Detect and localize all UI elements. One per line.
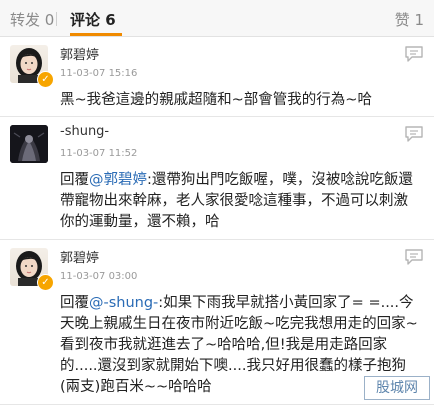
comment-text: 黑~我爸這邊的親戚超隨和~部會管我的行為~哈 xyxy=(60,90,420,111)
tab-like[interactable]: 赞 1 xyxy=(395,9,424,30)
site-watermark: 股城网 xyxy=(364,376,430,400)
avatar[interactable] xyxy=(10,125,48,163)
comment-username[interactable]: -shung- xyxy=(60,124,109,139)
comment-tab-bar: 转发 0 评论 6 赞 1 xyxy=(0,0,434,37)
mention-link[interactable]: @郭碧婷 xyxy=(89,172,147,188)
comment-time: 11-03-07 11:52 xyxy=(60,148,138,159)
reply-icon[interactable] xyxy=(404,125,424,143)
verified-icon: ✓ xyxy=(37,274,54,291)
verified-icon: ✓ xyxy=(37,71,54,88)
tab-repost[interactable]: 转发 0 xyxy=(10,9,54,30)
reply-icon[interactable] xyxy=(404,45,424,63)
comment-username[interactable]: 郭碧婷 xyxy=(60,44,99,63)
comment-time: 11-03-07 03:00 xyxy=(60,271,138,282)
mention-link[interactable]: @-shung- xyxy=(89,295,158,311)
comment-text: 回覆@郭碧婷:還帶狗出門吃飯喔，噗，沒被唸說吃飯還帶寵物出來幹麻，老人家很愛唸這… xyxy=(60,170,420,233)
active-tab-indicator xyxy=(70,33,122,36)
comment-item: ✓ 郭碧婷 11-03-07 15:16 黑~我爸這邊的親戚超隨和~部會管我的行… xyxy=(0,37,434,117)
comment-time: 11-03-07 15:16 xyxy=(60,68,138,79)
comment-text-body: 黑~我爸這邊的親戚超隨和~部會管我的行為~哈 xyxy=(60,92,372,108)
tab-divider xyxy=(56,12,57,26)
reply-prefix: 回覆 xyxy=(60,172,89,188)
comment-item: -shung- 11-03-07 11:52 回覆@郭碧婷:還帶狗出門吃飯喔，噗… xyxy=(0,117,434,240)
tab-comment[interactable]: 评论 6 xyxy=(70,9,116,30)
reply-prefix: 回覆 xyxy=(60,295,89,311)
comment-username[interactable]: 郭碧婷 xyxy=(60,247,99,266)
reply-icon[interactable] xyxy=(404,248,424,266)
